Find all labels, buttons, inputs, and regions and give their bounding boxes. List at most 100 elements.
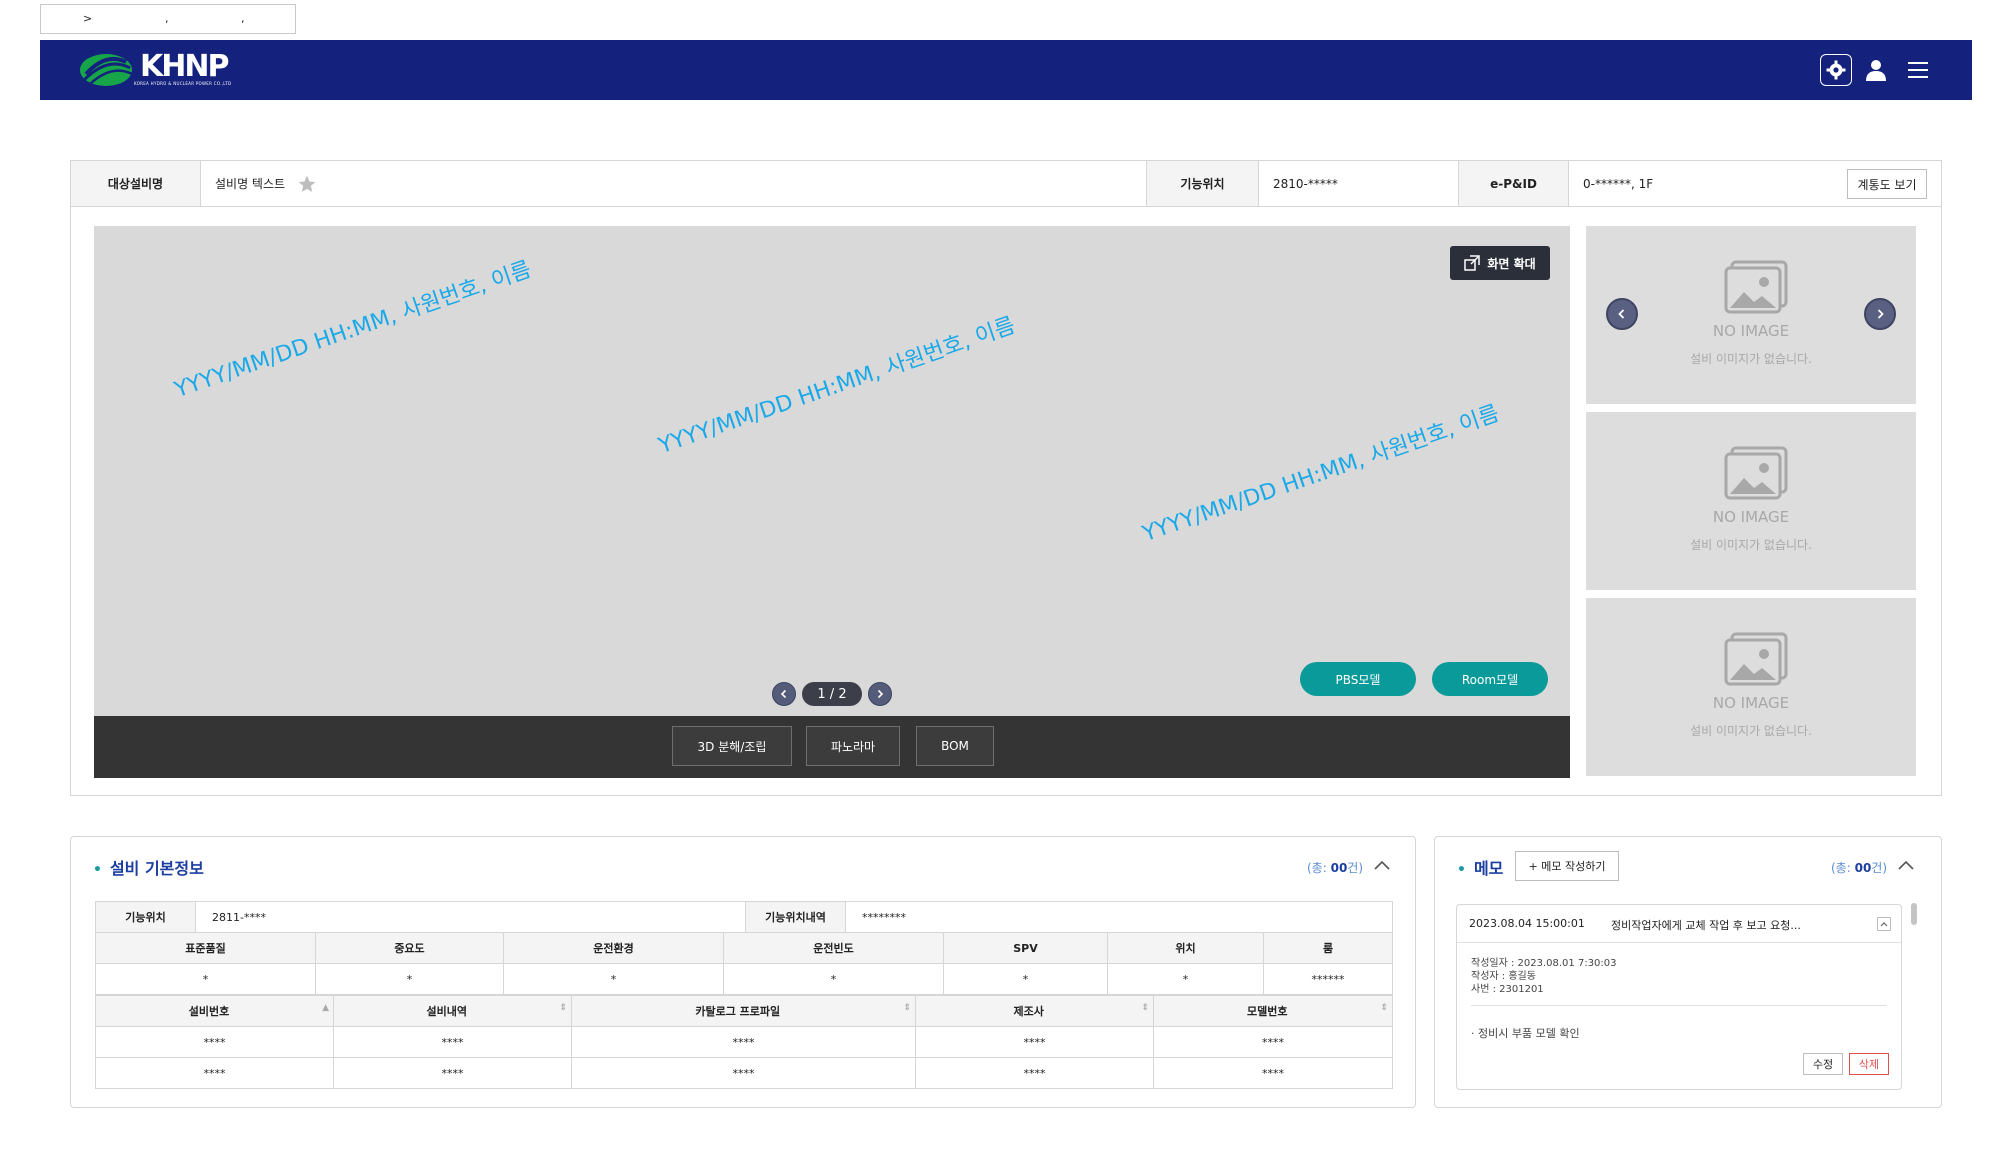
memo-written-at: 작성일자 : 2023.08.01 7:30:03 [1471, 958, 1617, 969]
count-suffix: 건) [1347, 861, 1364, 875]
basic-info-quality-table: 표준품질 중요도 운전환경 운전빈도 SPV 위치 룸 * * * * * * … [95, 932, 1393, 995]
table-cell: **** [333, 1026, 572, 1058]
table-header: 중요도 [315, 932, 504, 964]
memo-item[interactable]: 2023.08.04 15:00:01 정비작업자에게 교체 작업 후 보고 요… [1456, 904, 1902, 1090]
breadcrumb-separator: , [165, 12, 169, 25]
sort-icon[interactable]: ⇕ [1380, 1003, 1388, 1013]
basic-info-title: 설비 기본정보 [93, 855, 204, 879]
table-cell: * [723, 963, 944, 995]
memo-subject: 정비작업자에게 교체 작업 후 보고 요청... [1611, 919, 1801, 932]
table-cell: **** [915, 1026, 1154, 1058]
table-row[interactable]: **** **** **** **** **** [95, 1026, 1393, 1058]
sort-icon[interactable]: ⇕ [559, 1003, 567, 1013]
write-memo-button[interactable]: + 메모 작성하기 [1515, 851, 1619, 881]
equipment-image-thumb[interactable]: NO IMAGE 설비 이미지가 없습니다. [1586, 412, 1916, 590]
table-cell: **** [1153, 1026, 1393, 1058]
table-cell: **** [915, 1057, 1154, 1089]
top-header: KHNP KOREA HYDRO & NUCLEAR POWER CO.,LTD [40, 40, 1972, 100]
table-header-sortable[interactable]: 모델번호 ⇕ [1153, 995, 1393, 1027]
function-location-value: 2810-***** [1259, 161, 1459, 206]
divider [1471, 1005, 1887, 1006]
viewer-toolbar: 3D 분해/조립 파노라마 BOM [94, 716, 1570, 778]
count-value: 00 [1854, 861, 1872, 875]
viewer-pager: 1 / 2 [772, 682, 892, 706]
memo-item-header[interactable]: 2023.08.04 15:00:01 정비작업자에게 교체 작업 후 보고 요… [1457, 905, 1901, 943]
khnp-logo[interactable]: KHNP KOREA HYDRO & NUCLEAR POWER CO.,LTD [78, 52, 231, 88]
sort-icon[interactable]: ⇕ [1141, 1003, 1149, 1013]
memo-title: 메모 [1457, 855, 1503, 879]
count-prefix: (총: [1831, 861, 1855, 875]
menu-icon[interactable] [1902, 54, 1934, 86]
panorama-button[interactable]: 파노라마 [806, 726, 900, 766]
table-row[interactable]: **** **** **** **** **** [95, 1057, 1393, 1089]
epid-label: e-P&ID [1459, 161, 1569, 206]
epid-value-text: 0-******, 1F [1583, 176, 1654, 191]
equipment-name-text: 설비명 텍스트 [215, 177, 286, 191]
memo-count: (총: 00건) [1831, 859, 1887, 876]
star-icon[interactable] [297, 174, 317, 194]
function-location-label: 기능위치 [1147, 161, 1259, 206]
logo-text: KHNP [140, 49, 229, 84]
image-placeholder-icon [1724, 260, 1788, 314]
count-suffix: 건) [1871, 861, 1888, 875]
gear-icon[interactable] [1820, 54, 1852, 86]
table-header: SPV [943, 932, 1108, 964]
equipment-image-thumb[interactable]: NO IMAGE 설비 이미지가 없습니다. [1586, 226, 1916, 404]
equipment-list-table: 설비번호 ▲ 설비내역 ⇕ 카탈로그 프로파일 ⇕ 제조사 ⇕ 모델번호 ⇕ **** *… [95, 995, 1393, 1089]
header-label: 설비번호 [188, 1005, 230, 1018]
table-cell: **** [571, 1026, 916, 1058]
no-image-text: 설비 이미지가 없습니다. [1690, 724, 1812, 738]
image-placeholder-icon [1724, 446, 1788, 500]
logo-subtitle: KOREA HYDRO & NUCLEAR POWER CO.,LTD [134, 81, 232, 86]
no-image-text: 설비 이미지가 없습니다. [1690, 352, 1812, 366]
equipment-image-thumb[interactable]: NO IMAGE 설비 이미지가 없습니다. [1586, 598, 1916, 776]
3d-assembly-button[interactable]: 3D 분해/조립 [672, 726, 792, 766]
chevron-left-icon[interactable] [1606, 298, 1638, 330]
table-header-sortable[interactable]: 제조사 ⇕ [915, 995, 1154, 1027]
table-cell: **** [333, 1057, 572, 1089]
equipment-info-row: 대상설비명 설비명 텍스트 기능위치 2810-***** e-P&ID 0-*… [71, 161, 1941, 207]
user-icon[interactable] [1860, 54, 1892, 86]
table-header-sortable[interactable]: 설비번호 ▲ [95, 995, 334, 1027]
count-value: 00 [1330, 861, 1348, 875]
edit-memo-button[interactable]: 수정 [1803, 1053, 1843, 1075]
table-cell: **** [1153, 1057, 1393, 1089]
sort-icon[interactable]: ▲ [322, 1003, 329, 1013]
chevron-up-icon[interactable] [1897, 859, 1915, 871]
logo-mark-icon [80, 54, 133, 86]
collapse-icon[interactable] [1877, 917, 1891, 931]
epid-value: 0-******, 1F 계통도 보기 [1569, 161, 1939, 206]
target-equipment-label: 대상설비명 [71, 161, 201, 206]
chevron-right-icon[interactable] [1864, 298, 1896, 330]
zoom-screen-button[interactable]: 화면 확대 [1450, 246, 1550, 280]
page-indicator: 1 / 2 [802, 682, 862, 706]
chevron-up-icon[interactable] [1373, 859, 1391, 871]
model-viewer[interactable]: YYYY/MM/DD HH:MM, 사원번호, 이름 YYYY/MM/DD HH… [94, 226, 1570, 716]
watermark-text: YYYY/MM/DD HH:MM, 사원번호, 이름 [171, 257, 535, 404]
bom-button[interactable]: BOM [916, 726, 994, 766]
view-diagram-button[interactable]: 계통도 보기 [1847, 169, 1927, 199]
scrollbar-thumb[interactable] [1911, 903, 1917, 925]
zoom-button-label: 화면 확대 [1487, 256, 1536, 271]
table-cell: * [503, 963, 724, 995]
chevron-left-icon[interactable] [772, 682, 796, 706]
function-location-value: 2811-**** [195, 901, 746, 933]
function-location-label: 기능위치 [95, 901, 196, 933]
memo-date: 2023.08.04 15:00:01 [1469, 917, 1585, 930]
table-cell: * [315, 963, 504, 995]
sort-icon[interactable]: ⇕ [903, 1003, 911, 1013]
table-cell: * [943, 963, 1108, 995]
table-header: 위치 [1107, 932, 1264, 964]
room-model-button[interactable]: Room모델 [1432, 662, 1548, 696]
chevron-right-icon[interactable] [868, 682, 892, 706]
table-row: * * * * * * ****** [95, 963, 1393, 995]
table-header-sortable[interactable]: 설비내역 ⇕ [333, 995, 572, 1027]
expand-icon [1464, 255, 1481, 271]
pbs-model-button[interactable]: PBS모델 [1300, 662, 1416, 696]
delete-memo-button[interactable]: 삭제 [1849, 1053, 1889, 1075]
table-header-sortable[interactable]: 카탈로그 프로파일 ⇕ [571, 995, 916, 1027]
table-header: 운전환경 [503, 932, 724, 964]
target-equipment-value: 설비명 텍스트 [201, 161, 1147, 206]
basic-info-count: (총: 00건) [1307, 859, 1363, 876]
breadcrumb-separator: , [241, 12, 245, 25]
